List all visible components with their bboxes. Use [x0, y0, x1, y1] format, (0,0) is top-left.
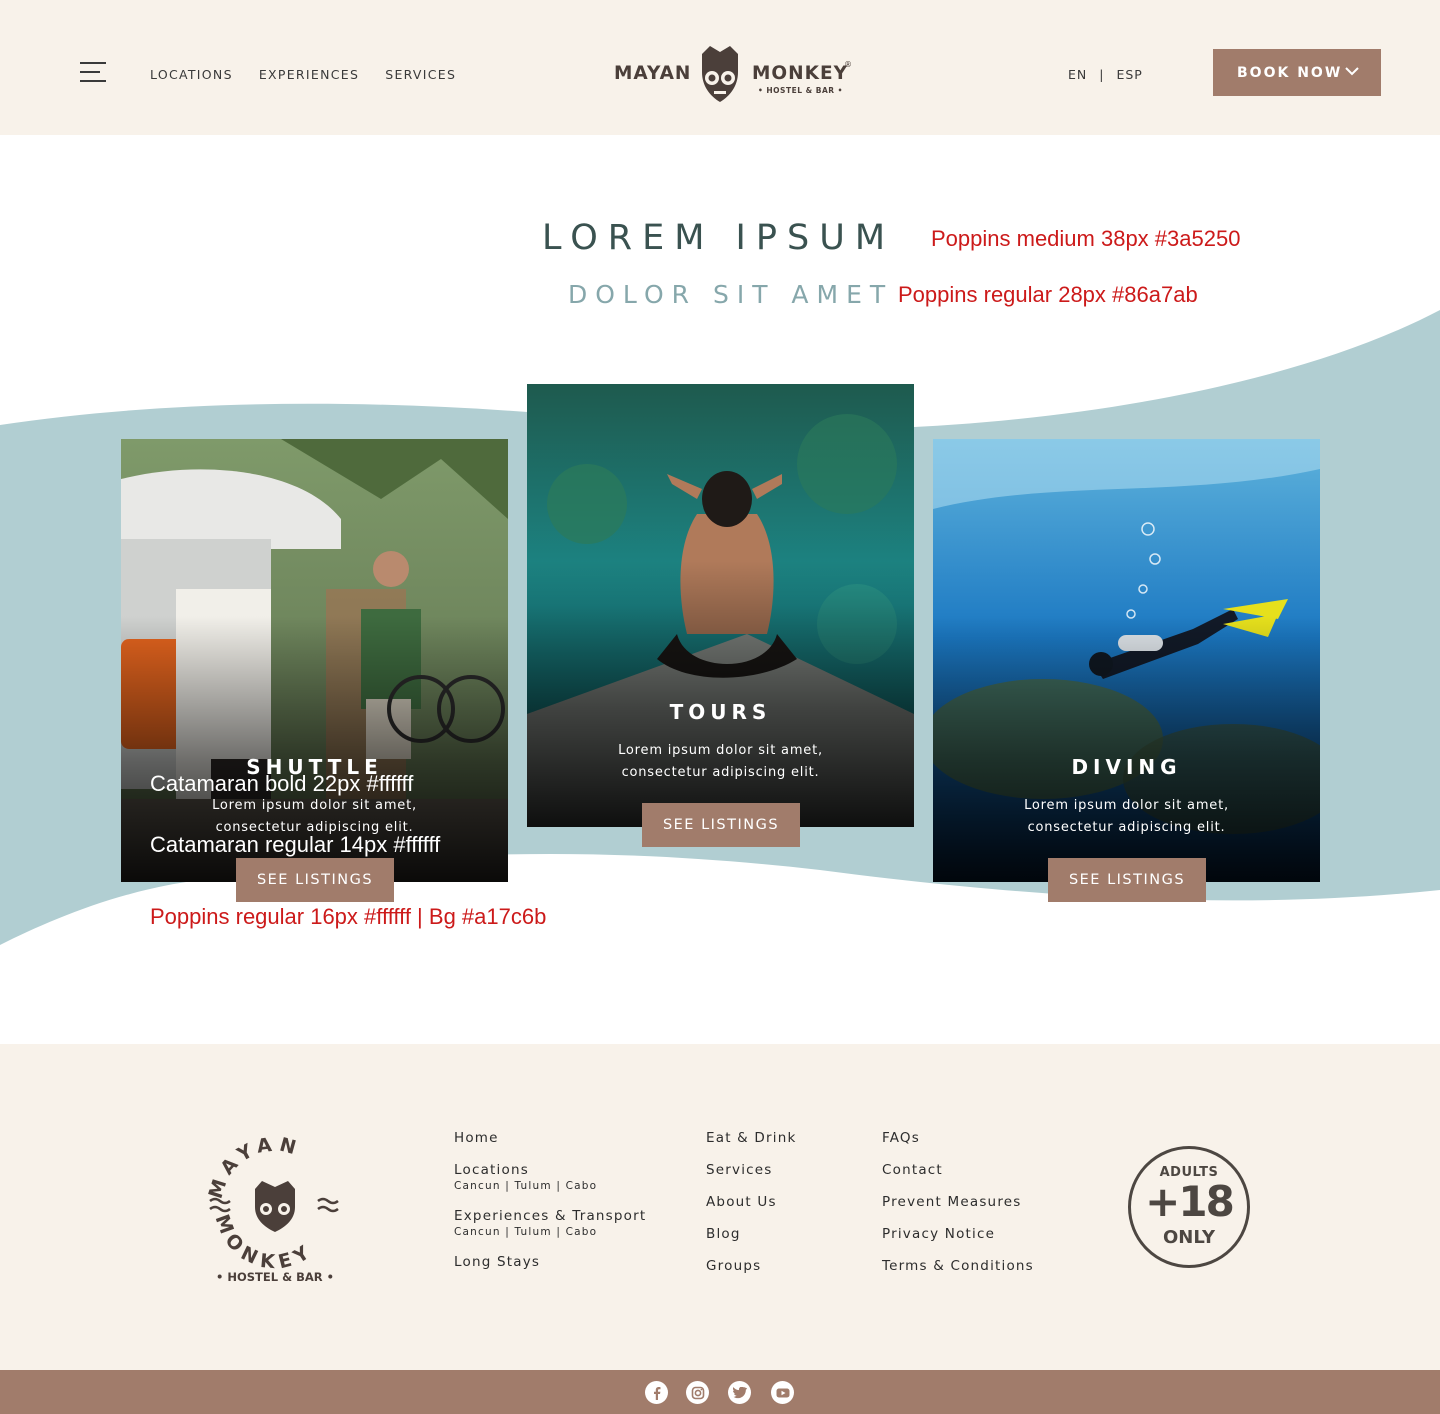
- instagram-icon[interactable]: [686, 1381, 709, 1404]
- main-nav: LOCATIONS EXPERIENCES SERVICES: [150, 67, 456, 82]
- youtube-icon[interactable]: [771, 1381, 794, 1404]
- menu-icon[interactable]: [80, 62, 108, 84]
- footer-logo-subtitle: • HOSTEL & BAR •: [216, 1270, 334, 1284]
- card-tours[interactable]: TOURS Lorem ipsum dolor sit amet, consec…: [527, 384, 914, 827]
- see-listings-tours-button[interactable]: SEE LISTINGS: [642, 803, 800, 847]
- footer-link-blog[interactable]: Blog: [706, 1226, 796, 1242]
- see-listings-diving-button[interactable]: SEE LISTINGS: [1048, 858, 1206, 902]
- spec-note-subtitle: Poppins regular 28px #86a7ab: [898, 282, 1198, 307]
- lang-separator: |: [1099, 67, 1105, 82]
- footer-locations-sub: Cancun | Tulum | Cabo: [454, 1180, 598, 1192]
- site-footer: MAYAN MONKEY • HOSTEL & BAR • Home Locat…: [0, 1044, 1440, 1370]
- footer-link-long-stays[interactable]: Long Stays: [454, 1254, 646, 1270]
- lang-esp[interactable]: ESP: [1116, 67, 1142, 82]
- footer-column-2: Eat & Drink Services About Us Blog Group…: [706, 1130, 796, 1274]
- card-title: TOURS: [669, 700, 772, 724]
- footer-link-privacy-notice[interactable]: Privacy Notice: [882, 1226, 1034, 1242]
- footer-link-eat-drink[interactable]: Eat & Drink: [706, 1130, 796, 1146]
- footer-column-3: FAQs Contact Prevent Measures Privacy No…: [882, 1130, 1034, 1274]
- card-shade: [933, 616, 1320, 882]
- footer-link-services[interactable]: Services: [706, 1162, 796, 1178]
- spec-note-card-desc: Catamaran regular 14px #ffffff: [150, 832, 441, 857]
- adults-badge-age: +18: [1145, 1177, 1235, 1226]
- adults-badge-bottom: ONLY: [1162, 1227, 1216, 1248]
- section-subtitle: DOLOR SIT AMET: [568, 280, 894, 309]
- lang-en[interactable]: EN: [1068, 67, 1087, 82]
- footer-link-home[interactable]: Home: [454, 1130, 646, 1146]
- footer-link-experiences[interactable]: Experiences & Transport: [454, 1208, 646, 1224]
- language-switcher: EN | ESP: [1068, 67, 1143, 82]
- facebook-icon[interactable]: [645, 1381, 668, 1404]
- card-diving[interactable]: DIVING Lorem ipsum dolor sit amet, conse…: [933, 439, 1320, 882]
- spec-note-card-title: Catamaran bold 22px #ffffff: [150, 771, 414, 796]
- logo-subtitle: • HOSTEL & BAR •: [758, 86, 843, 95]
- twitter-icon[interactable]: [728, 1381, 751, 1404]
- monkey-logo-icon: [702, 46, 738, 102]
- see-listings-shuttle-button[interactable]: SEE LISTINGS: [236, 858, 394, 902]
- social-bar: [0, 1370, 1440, 1414]
- registered-mark: ®: [844, 60, 852, 69]
- footer-link-locations[interactable]: Locations: [454, 1162, 646, 1178]
- spec-note-title: Poppins medium 38px #3a5250: [931, 226, 1241, 251]
- footer-logo[interactable]: MAYAN MONKEY • HOSTEL & BAR •: [200, 1129, 350, 1299]
- card-shade: [527, 561, 914, 827]
- adults-only-badge: ADULTS +18 ONLY: [1128, 1146, 1250, 1268]
- card-description: Lorem ipsum dolor sit amet, consectetur …: [618, 743, 823, 780]
- book-now-label: BOOK NOW: [1237, 64, 1343, 81]
- footer-column-1: Home Locations Cancun | Tulum | Cabo Exp…: [454, 1130, 646, 1270]
- footer-link-terms[interactable]: Terms & Conditions: [882, 1258, 1034, 1274]
- chevron-down-icon: [1345, 67, 1359, 76]
- footer-link-contact[interactable]: Contact: [882, 1162, 1034, 1178]
- logo-word-monkey: MONKEY: [752, 63, 848, 84]
- book-now-button[interactable]: BOOK NOW: [1213, 49, 1381, 96]
- header-logo[interactable]: MAYAN MONKEY ® • HOSTEL & BAR •: [614, 44, 854, 104]
- section-title: LOREM IPSUM: [542, 218, 896, 258]
- nav-experiences[interactable]: EXPERIENCES: [259, 67, 359, 82]
- site-header: LOCATIONS EXPERIENCES SERVICES MAYAN MON…: [0, 0, 1440, 135]
- card-description: Lorem ipsum dolor sit amet, consectetur …: [1024, 798, 1229, 835]
- footer-link-groups[interactable]: Groups: [706, 1258, 796, 1274]
- footer-link-prevent-measures[interactable]: Prevent Measures: [882, 1194, 1034, 1210]
- footer-link-about-us[interactable]: About Us: [706, 1194, 796, 1210]
- nav-locations[interactable]: LOCATIONS: [150, 67, 233, 82]
- card-shuttle[interactable]: SHUTTLE Lorem ipsum dolor sit amet, cons…: [121, 439, 508, 882]
- logo-word-mayan: MAYAN: [614, 63, 692, 84]
- nav-services[interactable]: SERVICES: [385, 67, 456, 82]
- footer-link-faqs[interactable]: FAQs: [882, 1130, 1034, 1146]
- spec-note-button: Poppins regular 16px #ffffff | Bg #a17c6…: [150, 904, 547, 929]
- footer-experiences-sub: Cancun | Tulum | Cabo: [454, 1226, 598, 1238]
- card-title: DIVING: [1071, 755, 1182, 779]
